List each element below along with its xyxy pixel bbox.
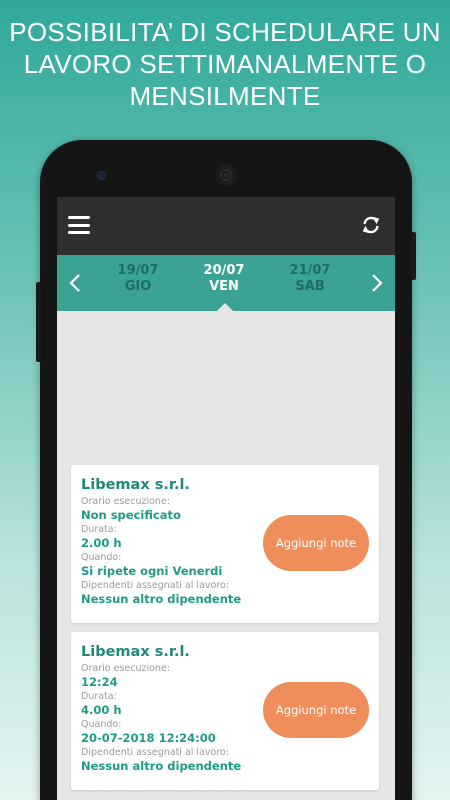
day-tab-prev[interactable]: 19/07 GIO <box>98 263 178 295</box>
day-tab-next[interactable]: 21/07 SAB <box>270 263 350 295</box>
refresh-icon[interactable] <box>360 213 382 237</box>
employees-value: Nessun altro dipendente <box>81 592 242 606</box>
chevron-right-icon <box>372 274 383 292</box>
phone-frame: 19/07 GIO 20/07 VEN 21/07 SAB Libemax s.… <box>36 140 416 800</box>
day-date: 21/07 <box>289 263 331 278</box>
job-card[interactable]: Libemax s.r.l. Orario esecuzione: Non sp… <box>71 465 379 623</box>
previous-day-button[interactable] <box>57 255 93 311</box>
employees-label: Dipendenti assegnati al lavoro: <box>81 580 230 591</box>
power-button <box>411 232 416 280</box>
add-notes-button[interactable]: Aggiungi note <box>263 515 369 571</box>
job-company: Libemax s.r.l. <box>81 644 190 660</box>
headline-line-3: MENSILMENTE <box>129 81 321 111</box>
employees-label: Dipendenti assegnati al lavoro: <box>81 747 230 758</box>
front-camera <box>97 171 106 180</box>
day-date: 20/07 <box>203 263 245 278</box>
hamburger-menu-icon[interactable] <box>68 216 90 234</box>
promo-headline: POSSIBILITA’ DI SCHEDULARE UN LAVORO SET… <box>0 16 450 112</box>
day-date: 19/07 <box>117 263 159 278</box>
employees-value: Nessun altro dipendente <box>81 759 242 773</box>
job-company: Libemax s.r.l. <box>81 477 190 493</box>
job-card[interactable]: Libemax s.r.l. Orario esecuzione: 12:24 … <box>71 632 379 790</box>
day-name: SAB <box>295 279 325 294</box>
day-name: GIO <box>124 279 152 294</box>
phone-screen: 19/07 GIO 20/07 VEN 21/07 SAB Libemax s.… <box>57 197 395 800</box>
headline-line-2: LAVORO SETTIMANALMENTE O <box>23 49 427 79</box>
next-day-button[interactable] <box>359 255 395 311</box>
volume-button <box>36 282 41 362</box>
active-day-indicator <box>217 303 233 311</box>
add-notes-button[interactable]: Aggiungi note <box>263 682 369 738</box>
chevron-left-icon <box>69 274 80 292</box>
day-name: VEN <box>209 279 239 294</box>
earpiece-speaker <box>215 164 237 186</box>
day-tab-current[interactable]: 20/07 VEN <box>184 263 264 295</box>
app-bar <box>57 197 395 255</box>
headline-line-1: POSSIBILITA’ DI SCHEDULARE UN <box>9 17 441 47</box>
time-label: Orario esecuzione: <box>81 663 170 674</box>
time-label: Orario esecuzione: <box>81 496 170 507</box>
